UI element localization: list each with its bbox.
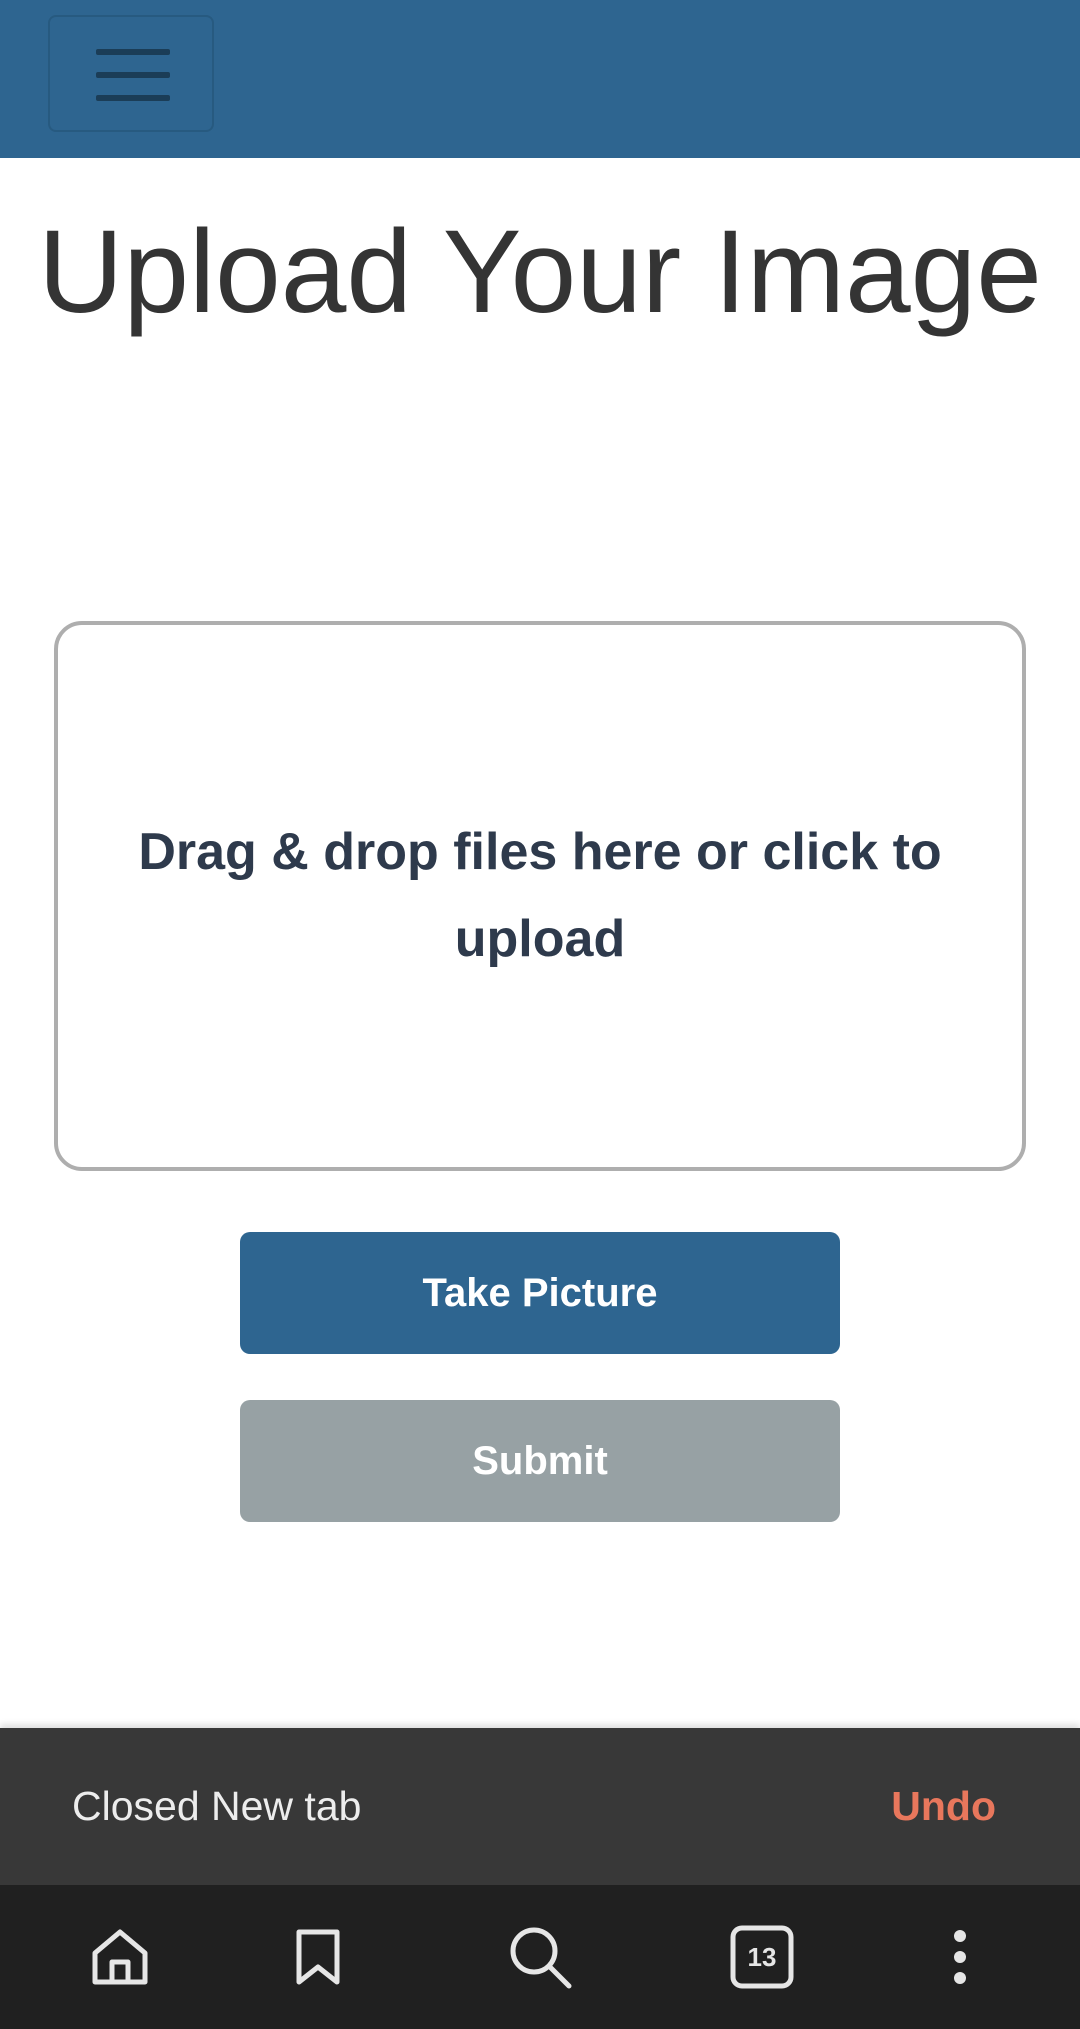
hamburger-icon: [96, 49, 170, 101]
nav-more-button[interactable]: [900, 1885, 1020, 2029]
undo-button[interactable]: Undo: [891, 1728, 996, 1885]
nav-tabs-button[interactable]: 13: [702, 1885, 822, 2029]
snackbar: Closed New tab Undo: [0, 1728, 1080, 1885]
submit-button[interactable]: Submit: [240, 1400, 840, 1522]
page-title: Upload Your Image: [38, 206, 1042, 338]
nav-bookmarks-button[interactable]: [258, 1885, 378, 2029]
page: Upload Your Image Drag & drop files here…: [0, 0, 1080, 2029]
more-vert-icon: [954, 1930, 966, 1984]
menu-button[interactable]: [48, 15, 214, 132]
nav-search-button[interactable]: [480, 1885, 600, 2029]
bookmark-icon: [296, 1929, 340, 1985]
snackbar-message: Closed New tab: [72, 1783, 362, 1829]
nav-home-button[interactable]: [60, 1885, 180, 2029]
dropzone-label: Drag & drop files here or click to uploa…: [138, 823, 942, 968]
top-bar: [0, 0, 1080, 158]
file-dropzone[interactable]: Drag & drop files here or click to uploa…: [54, 621, 1026, 1171]
search-icon: [510, 1927, 572, 1989]
tabs-count: 13: [747, 1941, 777, 1972]
home-icon: [92, 1929, 148, 1985]
bottom-navigation-bar: 13: [0, 1885, 1080, 2029]
take-picture-button[interactable]: Take Picture: [240, 1232, 840, 1354]
